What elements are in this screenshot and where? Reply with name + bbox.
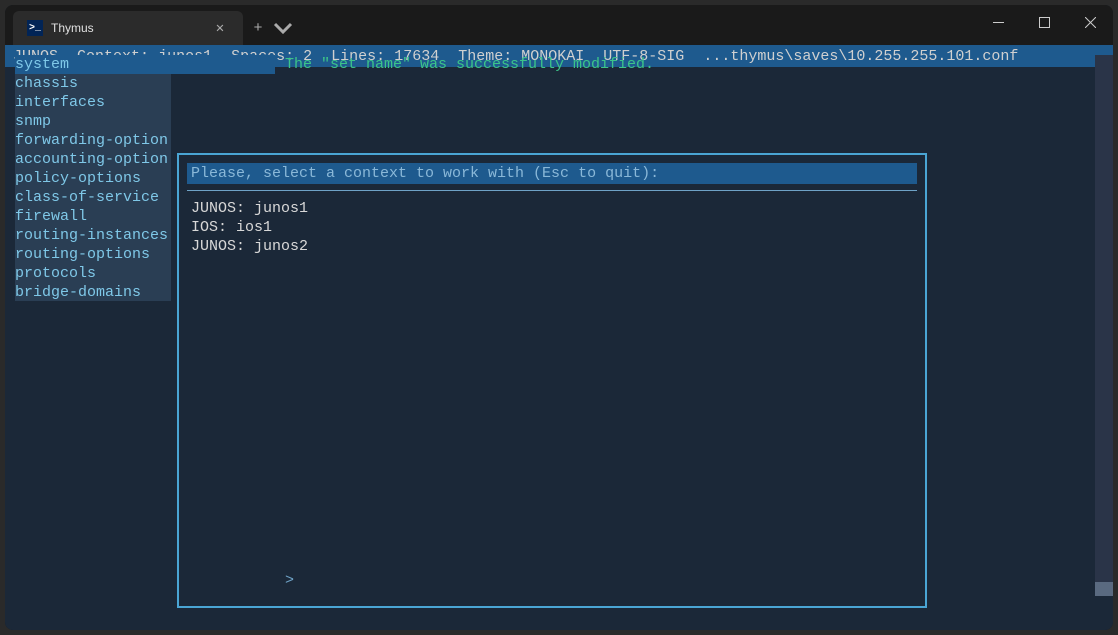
title-bar: >_ Thymus ✕ + bbox=[5, 5, 1113, 45]
context-list: JUNOS: junos1 IOS: ios1 JUNOS: junos2 bbox=[187, 199, 917, 256]
minimize-button[interactable] bbox=[975, 5, 1021, 39]
terminal-tab[interactable]: >_ Thymus ✕ bbox=[13, 11, 243, 45]
context-item-junos1[interactable]: JUNOS: junos1 bbox=[191, 199, 917, 218]
window-frame: >_ Thymus ✕ + The "set name" was success… bbox=[5, 5, 1113, 630]
command-prompt[interactable]: > bbox=[285, 571, 294, 590]
sidebar-item-snmp[interactable]: snmp bbox=[15, 112, 275, 131]
scrollbar-thumb[interactable] bbox=[1095, 582, 1113, 596]
new-tab-button[interactable]: + bbox=[243, 11, 273, 45]
status-filepath: ...thymus\saves\10.255.255.101.conf bbox=[703, 47, 1018, 66]
sidebar-item-forwarding-option[interactable]: forwarding-option bbox=[15, 131, 275, 150]
powershell-icon: >_ bbox=[27, 20, 43, 36]
tab-dropdown-icon[interactable] bbox=[273, 11, 293, 45]
terminal-area: The "set name" was successfully modified… bbox=[5, 45, 1113, 630]
tab-title: Thymus bbox=[51, 21, 203, 35]
modal-title: Please, select a context to work with (E… bbox=[187, 163, 917, 184]
status-message: The "set name" was successfully modified… bbox=[285, 55, 654, 74]
sidebar-item-interfaces[interactable]: interfaces bbox=[15, 93, 275, 112]
context-item-junos2[interactable]: JUNOS: junos2 bbox=[191, 237, 917, 256]
context-item-ios1[interactable]: IOS: ios1 bbox=[191, 218, 917, 237]
modal-divider bbox=[187, 190, 917, 191]
context-selector-modal: Please, select a context to work with (E… bbox=[177, 153, 927, 608]
close-window-button[interactable] bbox=[1067, 5, 1113, 39]
maximize-button[interactable] bbox=[1021, 5, 1067, 39]
close-tab-icon[interactable]: ✕ bbox=[211, 19, 229, 37]
sidebar-item-system[interactable]: system bbox=[15, 55, 275, 74]
sidebar-item-chassis[interactable]: chassis bbox=[15, 74, 275, 93]
scrollbar-track[interactable] bbox=[1095, 55, 1113, 596]
window-controls bbox=[975, 5, 1113, 39]
